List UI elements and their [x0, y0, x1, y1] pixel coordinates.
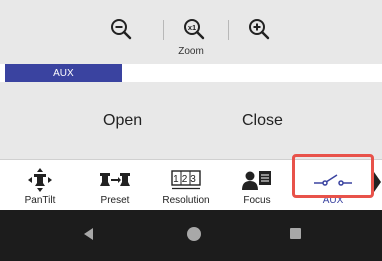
tab-preset[interactable]: Preset	[90, 160, 140, 211]
system-nav-bar	[0, 210, 382, 261]
tab-resolution[interactable]: 123 Resolution	[155, 160, 217, 211]
aux-control-panel: Open Close	[0, 82, 382, 159]
tab-label: Focus	[243, 195, 271, 206]
close-button[interactable]: Close	[242, 112, 283, 130]
open-button[interactable]: Open	[103, 112, 142, 130]
preset-icon	[100, 173, 130, 186]
aux-status-fill: AUX	[5, 64, 122, 82]
zoom-in-button[interactable]	[244, 14, 274, 44]
pantilt-icon	[28, 168, 52, 192]
zoom-out-button[interactable]	[106, 14, 136, 44]
back-icon[interactable]	[84, 228, 93, 240]
zoom-in-icon	[249, 19, 270, 40]
tab-label: PanTilt	[24, 195, 56, 206]
focus-icon	[242, 171, 271, 190]
tab-label: Resolution	[162, 195, 210, 206]
zoom-out-icon	[111, 19, 132, 40]
zoom-controls: x1 Zoom	[0, 0, 382, 64]
home-icon[interactable]	[187, 227, 201, 241]
tab-aux[interactable]: AUX	[293, 160, 373, 211]
zoom-reset-icon: x1	[184, 19, 205, 40]
tab-label: Preset	[100, 195, 130, 206]
zoom-reset-button[interactable]: x1	[179, 14, 209, 44]
function-tab-bar: PanTilt Preset 123 Resolution Focus AUX	[0, 159, 382, 210]
tab-pantilt[interactable]: PanTilt	[20, 160, 60, 211]
zoom-separator	[228, 20, 229, 40]
resolution-icon: 123	[171, 170, 201, 190]
scroll-right-arrow-icon[interactable]	[374, 172, 381, 192]
camera-control-screen: x1 Zoom AUX Open Close PanTilt Preset 12…	[0, 0, 382, 261]
tab-focus[interactable]: Focus	[232, 160, 282, 211]
svg-text:x1: x1	[188, 23, 196, 32]
aux-status-label: AUX	[53, 67, 74, 79]
zoom-label: Zoom	[178, 46, 204, 57]
recent-apps-icon[interactable]	[290, 228, 301, 239]
aux-switch-icon	[314, 174, 352, 186]
aux-status-bar: AUX	[5, 64, 382, 82]
tab-label: AUX	[322, 195, 344, 206]
zoom-separator	[163, 20, 164, 40]
svg-text:123: 123	[173, 174, 199, 185]
